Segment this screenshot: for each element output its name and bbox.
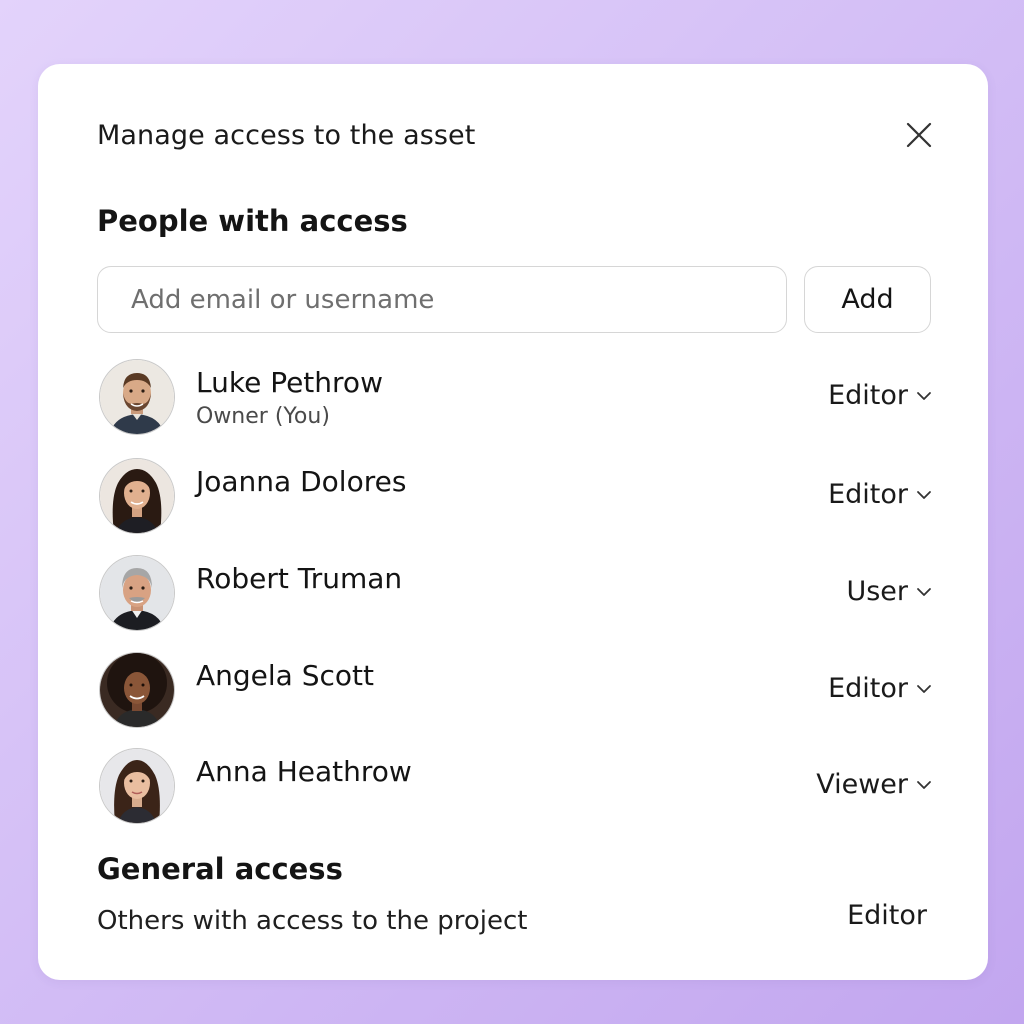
avatar-woman-long-hair-icon bbox=[100, 749, 174, 823]
person-row-angela-scott: Angela Scott Editor bbox=[100, 653, 932, 729]
general-access-role[interactable]: Editor bbox=[847, 900, 927, 931]
close-button[interactable] bbox=[902, 118, 936, 152]
avatar bbox=[100, 360, 174, 434]
role-label: Editor bbox=[828, 479, 908, 510]
role-dropdown[interactable]: User bbox=[846, 576, 932, 607]
add-button[interactable]: Add bbox=[804, 266, 931, 333]
role-dropdown[interactable]: Editor bbox=[828, 380, 932, 411]
avatar-woman-dark-hair-icon bbox=[100, 459, 174, 533]
general-access-description: Others with access to the project bbox=[97, 906, 528, 936]
person-name: Angela Scott bbox=[196, 659, 374, 692]
people-with-access-heading: People with access bbox=[97, 204, 408, 238]
role-label: User bbox=[846, 576, 908, 607]
avatar bbox=[100, 653, 174, 727]
general-access-heading: General access bbox=[97, 852, 343, 886]
person-row-anna-heathrow: Anna Heathrow Viewer bbox=[100, 749, 932, 825]
manage-access-dialog: Manage access to the asset People with a… bbox=[38, 64, 988, 980]
avatar bbox=[100, 749, 174, 823]
chevron-down-icon bbox=[917, 684, 931, 693]
person-row-luke-pethrow: Luke Pethrow Owner (You) Editor bbox=[100, 360, 932, 436]
person-name: Anna Heathrow bbox=[196, 755, 412, 788]
chevron-down-icon bbox=[917, 490, 931, 499]
dialog-title: Manage access to the asset bbox=[97, 120, 476, 151]
avatar-man-gray-hair-icon bbox=[100, 556, 174, 630]
avatar-man-beard-icon bbox=[100, 360, 174, 434]
role-dropdown[interactable]: Editor bbox=[828, 673, 932, 704]
person-name: Luke Pethrow bbox=[196, 366, 383, 399]
close-icon bbox=[906, 122, 932, 148]
avatar bbox=[100, 556, 174, 630]
person-row-joanna-dolores: Joanna Dolores Editor bbox=[100, 459, 932, 535]
avatar bbox=[100, 459, 174, 533]
person-name: Joanna Dolores bbox=[196, 465, 407, 498]
chevron-down-icon bbox=[917, 391, 931, 400]
role-dropdown[interactable]: Viewer bbox=[816, 769, 932, 800]
role-label: Editor bbox=[828, 673, 908, 704]
chevron-down-icon bbox=[917, 587, 931, 596]
add-email-input[interactable] bbox=[97, 266, 787, 333]
role-label: Editor bbox=[828, 380, 908, 411]
role-label: Viewer bbox=[816, 769, 908, 800]
person-name: Robert Truman bbox=[196, 562, 403, 595]
chevron-down-icon bbox=[917, 780, 931, 789]
avatar-woman-curly-hair-icon bbox=[100, 653, 174, 727]
role-dropdown[interactable]: Editor bbox=[828, 479, 932, 510]
person-row-robert-truman: Robert Truman User bbox=[100, 556, 932, 632]
person-subtitle: Owner (You) bbox=[196, 404, 330, 429]
